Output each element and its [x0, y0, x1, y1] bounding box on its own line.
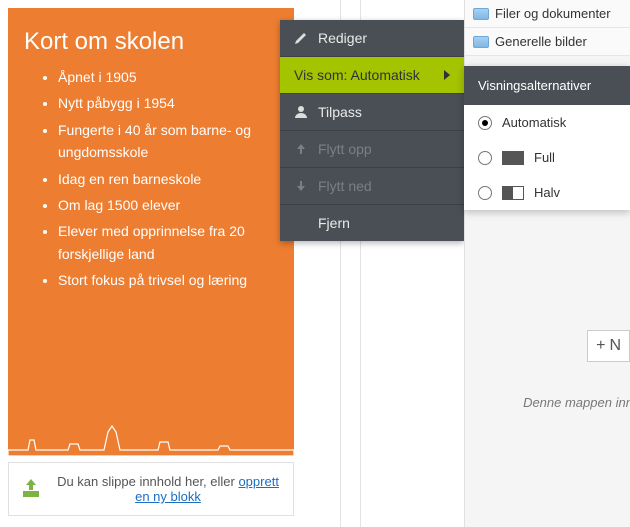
bullet-item: Stort fokus på trivsel og læring	[58, 269, 278, 291]
folder-label: Filer og dokumenter	[495, 6, 611, 21]
option-auto[interactable]: Automatisk	[464, 105, 630, 140]
card-title: Kort om skolen	[8, 8, 294, 66]
folder-label: Generelle bilder	[495, 34, 587, 49]
menu-label: Flytt opp	[318, 141, 372, 157]
content-block-card[interactable]: Kort om skolen Åpnet i 1905 Nytt påbygg …	[8, 8, 294, 456]
half-swatch-icon	[502, 186, 524, 200]
menu-label: Tilpass	[318, 104, 362, 120]
add-label: N	[609, 337, 621, 355]
menu-customize[interactable]: Tilpass	[280, 94, 464, 131]
bullet-item: Idag en ren barneskole	[58, 168, 278, 190]
menu-label: Fjern	[318, 215, 350, 231]
option-half[interactable]: Halv	[464, 175, 630, 210]
bullet-item: Fungerte i 40 år som barne- og ungdomssk…	[58, 119, 278, 164]
skyline-decoration	[8, 420, 294, 456]
menu-remove[interactable]: Fjern	[280, 205, 464, 241]
context-menu: Rediger Vis som: Automatisk Tilpass Flyt…	[280, 20, 464, 241]
option-label: Halv	[534, 185, 560, 200]
blank-icon	[294, 216, 308, 230]
menu-edit[interactable]: Rediger	[280, 20, 464, 57]
folder-row[interactable]: Generelle bilder	[465, 28, 630, 56]
empty-folder-message: Denne mappen inn	[498, 395, 630, 410]
drop-target-bar[interactable]: Du kan slippe innhold her, eller opprett…	[8, 462, 294, 516]
menu-label: Rediger	[318, 30, 367, 46]
drop-icon	[19, 477, 43, 501]
menu-label: Flytt ned	[318, 178, 372, 194]
bullet-item: Om lag 1500 elever	[58, 194, 278, 216]
option-label: Automatisk	[502, 115, 566, 130]
folder-row[interactable]: Filer og dokumenter	[465, 0, 630, 28]
menu-view-as[interactable]: Vis som: Automatisk	[280, 57, 464, 94]
radio-icon	[478, 186, 492, 200]
bullet-item: Nytt påbygg i 1954	[58, 92, 278, 114]
full-swatch-icon	[502, 151, 524, 165]
radio-icon	[478, 116, 492, 130]
option-label: Full	[534, 150, 555, 165]
user-icon	[294, 105, 308, 119]
bullet-item: Elever med opprinnelse fra 20 forskjelli…	[58, 220, 278, 265]
drop-text: Du kan slippe innhold her, eller	[57, 474, 238, 489]
plus-icon: +	[596, 337, 605, 355]
folder-icon	[473, 8, 489, 20]
pencil-icon	[294, 31, 308, 45]
arrow-up-icon	[294, 142, 308, 156]
add-button[interactable]: + N	[587, 330, 630, 362]
option-full[interactable]: Full	[464, 140, 630, 175]
menu-label: Vis som: Automatisk	[294, 67, 420, 83]
radio-icon	[478, 151, 492, 165]
chevron-right-icon	[444, 70, 450, 80]
folder-icon	[473, 36, 489, 48]
view-options-header: Visningsalternativer	[464, 66, 630, 105]
arrow-down-icon	[294, 179, 308, 193]
bullet-item: Åpnet i 1905	[58, 66, 278, 88]
card-bullets: Åpnet i 1905 Nytt påbygg i 1954 Fungerte…	[8, 66, 294, 292]
view-options-panel: Visningsalternativer Automatisk Full Hal…	[464, 66, 630, 210]
menu-move-down: Flytt ned	[280, 168, 464, 205]
menu-move-up: Flytt opp	[280, 131, 464, 168]
